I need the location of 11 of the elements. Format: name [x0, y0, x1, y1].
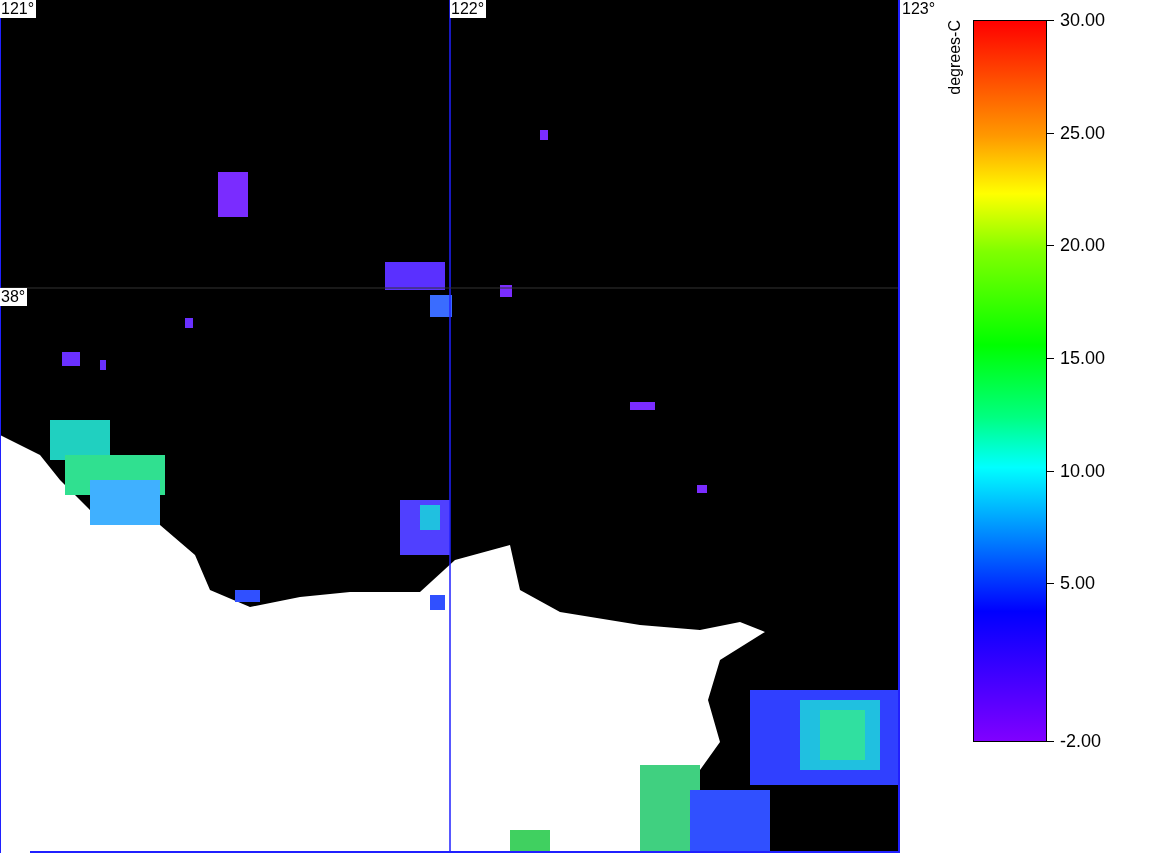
colorbar-tick-label: 30.00: [1060, 10, 1106, 30]
colorbar-tick-label: 10.00: [1060, 460, 1106, 481]
colorbar-unit-label: degrees-C: [946, 20, 964, 95]
latitude-label: 38°: [0, 288, 28, 306]
longitude-label: 121°: [0, 0, 37, 18]
colorbar-tick-label: -2.00: [1060, 731, 1102, 751]
colorbar-tick-label: 15.00: [1060, 347, 1106, 368]
colorbar-tick-label: 25.00: [1060, 122, 1106, 143]
colorbar-tick-label: 20.00: [1060, 235, 1106, 256]
longitude-label: 122°: [450, 0, 487, 18]
colorbar-tick-label: 5.00: [1060, 573, 1096, 594]
